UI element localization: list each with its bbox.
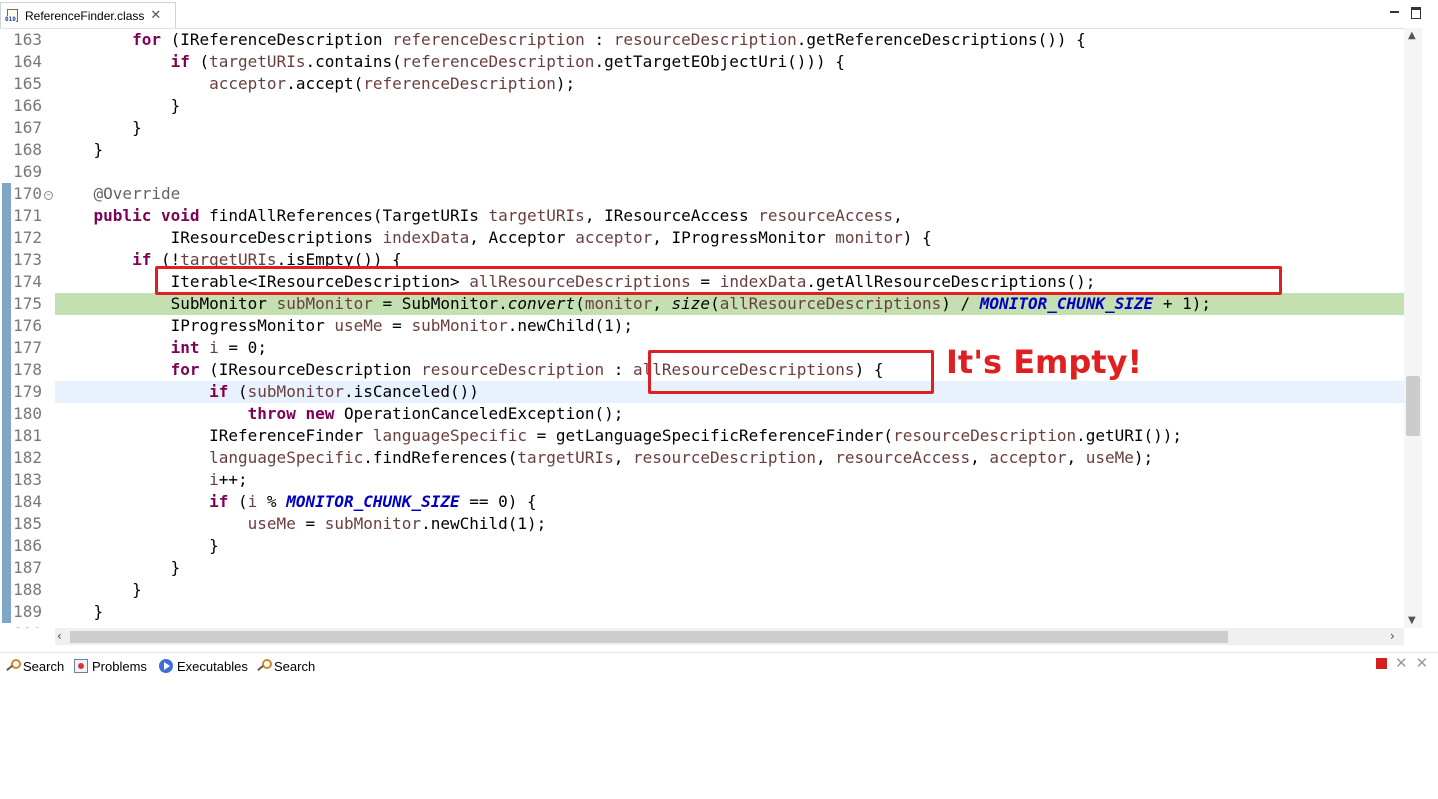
view-actions: ✕ ✕: [1376, 656, 1428, 671]
line-number: 181: [13, 426, 42, 445]
chevron-right-icon[interactable]: ›: [1390, 629, 1395, 643]
line-number: 163: [13, 30, 42, 49]
annotation-box-iterable: [648, 350, 934, 394]
line-number: 188: [13, 580, 42, 599]
executables-icon: [159, 659, 173, 673]
line-number: 170−: [0, 183, 53, 205]
editor-tab-referencefinder[interactable]: 010 ReferenceFinder.class ✕: [0, 2, 176, 28]
tab-executables-label: Executables: [177, 658, 248, 674]
line-number: 189: [13, 602, 42, 621]
editor-tab-bar: 010 ReferenceFinder.class ✕: [0, 0, 1438, 28]
code-line: IResourceDescriptions indexData, Accepto…: [55, 228, 932, 247]
tab-search-label: Search: [23, 658, 65, 674]
search-icon: [256, 659, 272, 673]
line-number: 164: [13, 52, 42, 71]
code-line: }: [55, 140, 104, 159]
close-icon[interactable]: ✕: [150, 8, 161, 23]
line-number: 183: [13, 470, 42, 489]
tab-executables[interactable]: Executables: [159, 656, 248, 676]
views-tab-bar: Search Problems Executables Search ✕ ✕: [0, 652, 1438, 677]
tab-problems-label: Problems: [92, 658, 147, 674]
tab-search-2[interactable]: Search: [256, 656, 315, 676]
line-number: 176: [13, 316, 42, 335]
tab-search[interactable]: Search: [5, 656, 64, 676]
line-number: 166: [13, 96, 42, 115]
line-number: 175: [13, 294, 42, 313]
problems-icon: [74, 659, 88, 673]
horizontal-scroll-thumb[interactable]: [70, 631, 1228, 643]
line-number: 169: [13, 162, 42, 181]
class-file-icon: 010: [5, 8, 21, 24]
code-line: }: [55, 580, 142, 599]
line-number: 185: [13, 514, 42, 533]
tab-search-2-label: Search: [274, 658, 316, 674]
line-number-ruler: 163 164 165 166 167 168 169 170− 171 172…: [0, 29, 53, 628]
maximize-icon[interactable]: [1411, 6, 1423, 19]
line-number: 184: [13, 492, 42, 511]
tab-problems[interactable]: Problems: [74, 656, 147, 676]
line-number: 173: [13, 250, 42, 269]
code-line: if (targetURIs.contains(referenceDescrip…: [170, 52, 845, 71]
line-number: 179: [13, 382, 42, 401]
code-line: useMe = subMonitor.newChild(1);: [247, 514, 547, 533]
chevron-left-icon[interactable]: ‹: [57, 629, 62, 643]
line-number: 165: [13, 74, 42, 93]
vertical-scrollbar[interactable]: ▲ ▼: [1404, 28, 1422, 628]
code-line: IProgressMonitor useMe = subMonitor.newC…: [55, 316, 633, 335]
code-line: for (IReferenceDescription referenceDesc…: [132, 30, 1086, 49]
code-line: }: [55, 118, 142, 137]
line-number: 167: [13, 118, 42, 137]
code-line: }: [55, 536, 219, 555]
line-number: 190: [0, 623, 44, 628]
vertical-scroll-thumb[interactable]: [1406, 376, 1420, 436]
line-number: 186: [13, 536, 42, 555]
line-number: 168: [13, 140, 42, 159]
line-number: 172: [13, 228, 42, 247]
code-line: languageSpecific.findReferences(targetUR…: [209, 448, 1154, 467]
line-number: 187: [13, 558, 42, 577]
remove-all-icon[interactable]: ✕: [1416, 656, 1429, 671]
annotation-label: It's Empty!: [946, 343, 1143, 381]
stop-icon[interactable]: [1376, 658, 1387, 669]
code-line: if (i % MONITOR_CHUNK_SIZE == 0) {: [209, 492, 537, 511]
line-number: 171: [13, 206, 42, 225]
line-number: 180: [13, 404, 42, 423]
code-line: IReferenceFinder languageSpecific = getL…: [55, 426, 1183, 445]
code-area[interactable]: for (IReferenceDescription referenceDesc…: [55, 29, 1404, 628]
fold-collapse-icon[interactable]: −: [44, 191, 53, 200]
annotation-box-assignment: [155, 266, 1282, 295]
code-line-debug-current: SubMonitor subMonitor = SubMonitor.conve…: [55, 293, 1404, 315]
horizontal-scrollbar[interactable]: ‹ ›: [55, 628, 1404, 645]
code-line: }: [55, 602, 104, 621]
code-line: i++;: [209, 470, 248, 489]
code-line: @Override: [93, 184, 181, 203]
chevron-down-icon[interactable]: ▼: [1408, 615, 1416, 626]
minimize-icon[interactable]: [1389, 6, 1401, 18]
chevron-up-icon[interactable]: ▲: [1408, 30, 1416, 41]
code-line: throw new OperationCanceledException();: [247, 404, 624, 423]
line-number: 178: [13, 360, 42, 379]
editor-tab-title: ReferenceFinder.class: [25, 8, 145, 23]
line-number: 177: [13, 338, 42, 357]
code-line: acceptor.accept(referenceDescription);: [209, 74, 576, 93]
code-line: }: [55, 96, 181, 115]
remove-icon[interactable]: ✕: [1395, 656, 1408, 671]
line-number: 174: [13, 272, 42, 291]
code-editor[interactable]: 163 164 165 166 167 168 169 170− 171 172…: [0, 28, 1404, 628]
code-line: }: [55, 558, 181, 577]
search-icon: [5, 659, 21, 673]
line-number: 182: [13, 448, 42, 467]
code-line: public void findAllReferences(TargetURIs…: [93, 206, 903, 225]
